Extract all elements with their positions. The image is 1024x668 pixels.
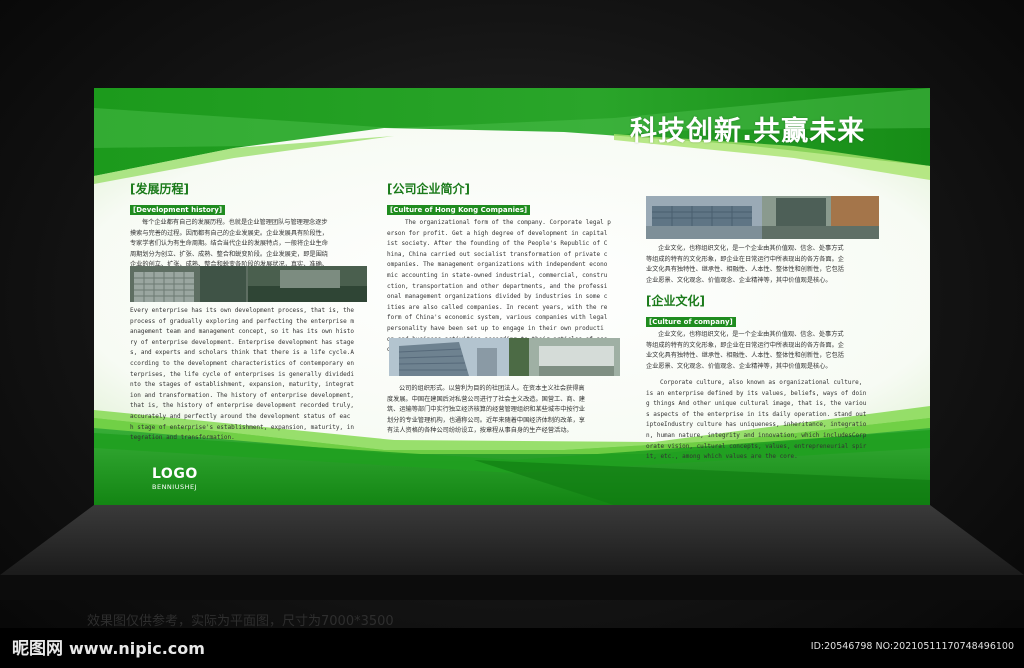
render-caption: 效果图仅供参考，实际为平面图，尺寸为7000*3500 [87, 614, 394, 629]
development-history-en-text: Every enterprise has its own development… [130, 307, 354, 442]
watermark-url: www.nipic.com [69, 639, 205, 658]
corporate-culture-cn-text-2: 企业文化，也称组织文化，是一个企业由其价值观、信念、处事方式 等组成的特有的文化… [646, 331, 844, 370]
corporate-culture-tag: [Culture of company] [646, 317, 736, 327]
corporate-culture-cn-text-1: 企业文化，也称组织文化，是一个企业由其价值观、信念、处事方式 等组成的特有的文化… [646, 245, 844, 284]
company-profile-en-text: The organizational form of the company. … [387, 219, 611, 353]
watermark-id: ID:20546798 NO:20210511170748496100 [810, 641, 1014, 652]
right-column: 企业文化，也称组织文化，是一个企业由其价值观、信念、处事方式 等组成的特有的文化… [646, 244, 886, 463]
exhibition-board: 科技创新.共赢未来 [发展历程] [Development history] 每… [94, 88, 930, 505]
company-profile-cn-text: 公司的组织形式。以营利为目的的社团法人。在资本主义社会获得高 度发展。中国在建国… [387, 385, 585, 434]
corporate-culture-title: [企业文化] [646, 294, 705, 308]
company-logo: LOGO BENNIUSHEJ [152, 466, 198, 491]
watermark-brand: 昵图网 www.nipic.com [12, 634, 205, 659]
watermark-brand-name: 昵图网 [12, 639, 63, 659]
middle-column: [公司企业简介] [Culture of Hong Kong Companies… [387, 180, 627, 356]
development-history-title: [发展历程] [130, 182, 189, 196]
development-history-tag: [Development history] [130, 205, 226, 215]
left-column-english: Every enterprise has its own development… [130, 306, 370, 444]
board-slogan: 科技创新.共赢未来 [630, 116, 866, 147]
left-building-photo [130, 266, 367, 302]
logo-subtext: BENNIUSHEJ [152, 483, 198, 491]
company-profile-tag: [Culture of Hong Kong Companies] [387, 205, 531, 215]
middle-column-chinese: 公司的组织形式。以营利为目的的社团法人。在资本主义社会获得高 度发展。中国在建国… [387, 384, 627, 437]
right-building-photo [646, 196, 879, 239]
company-profile-title: [公司企业简介] [387, 182, 470, 196]
corporate-culture-en-text: Corporate culture, also known as organiz… [646, 379, 867, 461]
logo-text: LOGO [152, 466, 198, 482]
middle-building-photo [389, 338, 620, 376]
